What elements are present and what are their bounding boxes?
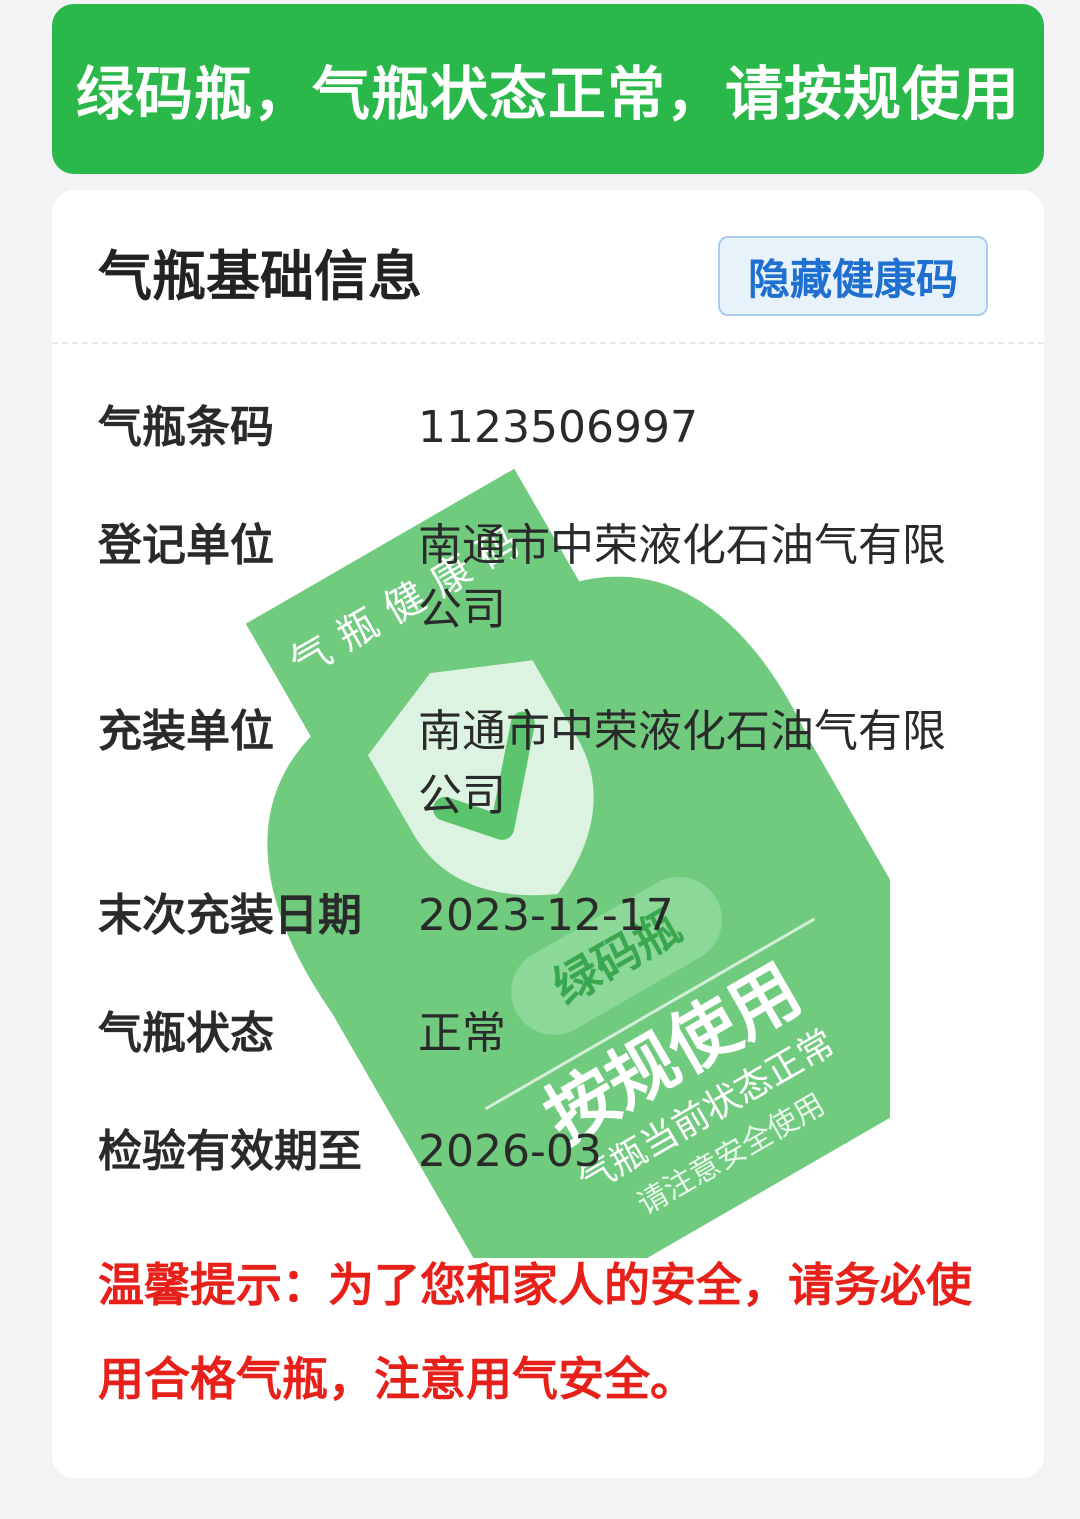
row-value-status: 正常 [418, 1008, 506, 1059]
hide-health-code-button[interactable]: 隐藏健康码 [718, 236, 988, 316]
status-banner-text: 绿码瓶，气瓶状态正常，请按规使用 [75, 60, 1020, 128]
row-label-inspection-valid: 检验有效期至 [98, 1126, 362, 1177]
card-title: 气瓶基础信息 [98, 245, 422, 308]
status-banner: 绿码瓶，气瓶状态正常，请按规使用 [52, 4, 1044, 174]
row-label-last-fill-date: 末次充装日期 [98, 890, 362, 941]
row-value-filler: 南通市中荣液化石油气有限公司 [418, 706, 946, 821]
row-value-inspection-valid: 2026-03 [418, 1126, 602, 1177]
row-label-barcode: 气瓶条码 [98, 402, 274, 453]
card-header: 气瓶基础信息 隐藏健康码 [52, 190, 1044, 344]
row-value-barcode: 1123506997 [418, 402, 698, 453]
safety-tip: 温馨提示：为了您和家人的安全，请务必使用合格气瓶，注意用气安全。 [98, 1258, 972, 1406]
info-card: 气瓶基础信息 隐藏健康码 气瓶健康码 绿码瓶 按规使用 气瓶当前状态正常 请注意… [52, 190, 1044, 1478]
row-label-filler: 充装单位 [98, 706, 274, 757]
row-value-registrant: 南通市中荣液化石油气有限公司 [418, 520, 946, 635]
row-label-status: 气瓶状态 [98, 1008, 274, 1059]
row-value-last-fill-date: 2023-12-17 [418, 890, 674, 941]
row-label-registrant: 登记单位 [98, 520, 274, 571]
